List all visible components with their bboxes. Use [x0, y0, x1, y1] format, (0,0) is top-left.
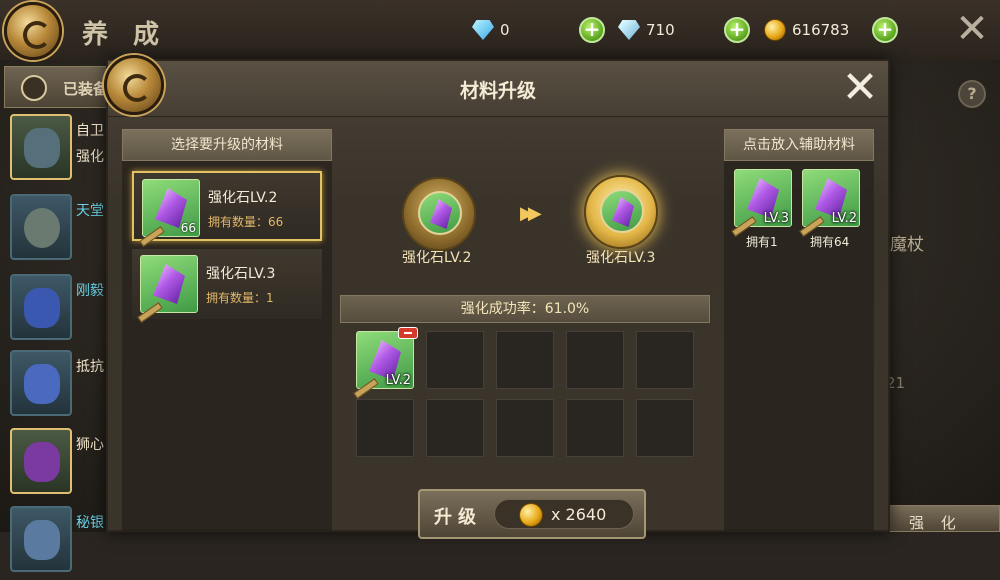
target-material-label: 强化石LV.3 [586, 250, 656, 266]
material-name: 强化石LV.3 [206, 266, 276, 282]
shield-icon [10, 194, 72, 260]
enhance-button[interactable]: 强 化 [888, 505, 1000, 532]
list-item[interactable]: 自卫 强化 [4, 110, 114, 188]
upgrade-label: 升级 [434, 507, 482, 528]
empty-slot[interactable] [636, 331, 694, 389]
material-name: 强化石LV.2 [208, 190, 278, 206]
crystal-icon [612, 197, 634, 227]
empty-slot[interactable] [356, 399, 414, 457]
target-material-icon [600, 189, 644, 233]
crystal-icon [153, 264, 185, 304]
helmet-icon [10, 274, 72, 340]
assist-material-header: 点击放入辅助材料 [724, 129, 874, 161]
helmet-icon [21, 75, 47, 101]
game-emblem-icon [4, 2, 62, 60]
gold-value: 616783 [792, 21, 850, 39]
gold-currency: 616783 [764, 16, 849, 44]
assist-level: LV.3 [763, 211, 789, 226]
list-item-name: 秘银 [76, 515, 104, 531]
dialog-title: 材料升级 [459, 80, 536, 102]
upgrade-cost: x 2640 [494, 499, 634, 529]
close-dialog-button[interactable]: ✕ [840, 66, 880, 110]
material-count: 66 [180, 221, 196, 235]
crystal-icon [430, 199, 452, 229]
list-item[interactable]: 秘银 [4, 502, 114, 580]
success-rate-bar: 强化成功率：61.0% [340, 295, 710, 323]
bound-diamond-value: 710 [646, 21, 675, 39]
enhance-stone-lv2-icon: 66 [139, 179, 200, 247]
material-owned: 拥有数量：66 [208, 215, 284, 229]
material-slot[interactable]: LV.2 [353, 327, 418, 399]
list-item-sub: 强化 [76, 149, 104, 165]
source-material-icon [418, 191, 462, 235]
assist-material-lv2[interactable]: LV.2 [799, 169, 860, 237]
list-item[interactable]: 狮心 [4, 424, 114, 502]
background-item-name: 魔杖 [890, 235, 924, 255]
diamond-value: 0 [500, 21, 510, 39]
assist-owned: 拥有1 [746, 235, 778, 249]
list-item-name: 天堂 [76, 203, 104, 219]
empty-slot[interactable] [496, 331, 554, 389]
remove-material-icon[interactable] [398, 327, 418, 339]
bound-diamond-currency: 710 [618, 16, 675, 44]
select-material-header: 选择要升级的材料 [122, 129, 332, 161]
target-material-medal [584, 175, 658, 249]
list-item[interactable]: 抵抗 [4, 346, 114, 424]
close-screen-button[interactable]: ✕ [954, 9, 990, 49]
empty-slot[interactable] [426, 331, 484, 389]
assist-level: LV.2 [831, 211, 857, 226]
diamond-icon [472, 20, 494, 40]
armor-icon [10, 350, 72, 416]
diamond-currency: 0 [472, 16, 510, 44]
material-upgrade-dialog: 材料升级 ✕ 选择要升级的材料 66 强化石LV.2 拥有数量：66 强化石LV… [104, 55, 890, 539]
gold-coin-icon [764, 19, 786, 41]
slot-level: LV.2 [385, 373, 411, 388]
empty-slot[interactable] [496, 399, 554, 457]
add-gold-button[interactable]: + [872, 17, 898, 43]
add-diamond-button[interactable]: + [579, 17, 605, 43]
list-item-name: 刚毅 [76, 283, 104, 299]
material-card-lv3[interactable]: 强化石LV.3 拥有数量：1 [132, 249, 322, 323]
material-card-lv2[interactable]: 66 强化石LV.2 拥有数量：66 [132, 171, 322, 247]
double-arrow-icon: ▶▶ [520, 203, 542, 224]
bound-diamond-icon [618, 20, 640, 40]
tab-equipped-label: 已装备 [63, 80, 109, 98]
gold-coin-icon [519, 503, 543, 527]
enhance-stone-lv3-icon [137, 255, 198, 323]
list-item-name: 自卫 [76, 123, 104, 139]
material-owned: 拥有数量：1 [206, 291, 274, 305]
source-material-medal [402, 177, 476, 251]
list-item[interactable]: 天堂 [4, 190, 114, 268]
list-item-name: 抵抗 [76, 359, 104, 375]
list-item[interactable]: 刚毅 [4, 270, 114, 348]
leggings-icon [10, 428, 72, 494]
empty-slot[interactable] [426, 399, 484, 457]
hammer-icon [10, 114, 72, 180]
empty-slot[interactable] [566, 399, 624, 457]
empty-slot[interactable] [636, 399, 694, 457]
boots-icon [10, 506, 72, 572]
source-material-label: 强化石LV.2 [402, 250, 472, 266]
add-bound-diamond-button[interactable]: + [724, 17, 750, 43]
sword-badge-icon [353, 378, 379, 399]
upgrade-cost-value: x 2640 [551, 505, 607, 524]
page-title: 养 成 [82, 20, 168, 50]
list-item-name: 狮心 [76, 437, 104, 453]
assist-material-lv3[interactable]: LV.3 [731, 169, 792, 237]
assist-owned: 拥有64 [810, 235, 850, 249]
slot-material-icon: LV.2 [353, 331, 414, 399]
empty-slot[interactable] [566, 331, 624, 389]
help-button[interactable]: ? [958, 80, 986, 108]
